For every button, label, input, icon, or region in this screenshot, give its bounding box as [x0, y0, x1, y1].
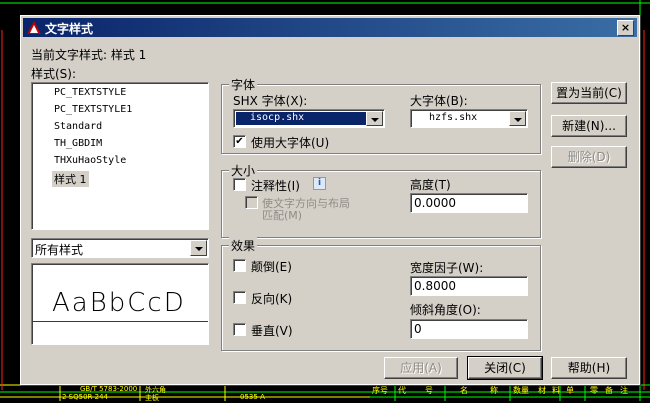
delete-style-button[interactable]: 删除(D) [551, 146, 627, 168]
match-orientation-label-2: 匹配(M) [262, 209, 303, 222]
vertical-checkbox[interactable] [233, 323, 246, 336]
bg-cell-part: 零 [590, 386, 598, 395]
preview-text: AaBbCcD [50, 288, 188, 318]
use-bigfont-label: 使用大字体(U) [251, 136, 330, 150]
width-factor-value: 0.8000 [414, 279, 456, 293]
bg-cell-code2: 号 [425, 386, 433, 395]
list-item[interactable]: THXuHaoStyle [54, 155, 126, 166]
list-item[interactable]: TH_GBDIM [54, 138, 102, 149]
shx-font-label: SHX 字体(X): [233, 94, 308, 108]
oblique-value: 0 [414, 322, 422, 336]
effects-group-title: 效果 [229, 237, 258, 254]
upside-down-checkbox[interactable] [233, 259, 246, 272]
set-current-button[interactable]: 置为当前(C) [551, 82, 627, 104]
chevron-down-icon[interactable] [366, 111, 383, 126]
oblique-label: 倾斜角度(O): [410, 303, 481, 317]
help-button[interactable]: 帮助(H) [551, 357, 627, 379]
chevron-down-icon[interactable] [190, 240, 207, 256]
bg-cell-name2: 称 [490, 386, 498, 395]
bg-cell-mat: 材 [538, 386, 546, 395]
bg-row-text: 2 SQ50R-244 [62, 393, 109, 401]
autocad-app-icon [27, 21, 41, 34]
shx-font-value: isocp.shx [236, 112, 377, 125]
bg-cell-qty: 数量 [513, 386, 529, 395]
title-bar[interactable]: 文字样式 × [23, 18, 637, 37]
styles-label: 样式(S): [31, 67, 77, 81]
list-item[interactable]: Standard [54, 121, 102, 132]
height-input[interactable]: 0.0000 [410, 193, 528, 213]
vertical-label: 垂直(V) [251, 324, 293, 338]
current-style-label: 当前文字样式: 样式 1 [31, 48, 147, 62]
text-style-dialog: 文字样式 × 当前文字样式: 样式 1 样式(S): PC_TEXTSTYLE … [20, 15, 640, 385]
bigfont-value: hzfs.shx [429, 112, 478, 123]
style-list[interactable]: PC_TEXTSTYLE PC_TEXTSTYLE1 Standard TH_G… [31, 82, 209, 230]
bigfont-select[interactable]: hzfs.shx [410, 109, 528, 128]
backwards-label: 反向(K) [251, 292, 293, 306]
style-filter-value: 所有样式 [35, 243, 84, 257]
bg-cell-seq: 序号 [372, 386, 388, 395]
width-factor-label: 宽度因子(W): [410, 261, 484, 275]
bg-cell-note2: 注 [620, 386, 628, 395]
bg-row-text: 主板 [145, 394, 159, 402]
bg-cell-mat2: 料 [552, 386, 560, 395]
upside-down-label: 颠倒(E) [251, 260, 292, 274]
width-factor-input[interactable]: 0.8000 [410, 276, 528, 296]
backwards-checkbox[interactable] [233, 291, 246, 304]
list-item-selected[interactable]: 样式 1 [52, 171, 89, 187]
bg-row-text: 0535-A [240, 393, 265, 401]
oblique-input[interactable]: 0 [410, 319, 528, 339]
dialog-title: 文字样式 [45, 22, 94, 36]
annotative-checkbox[interactable] [233, 178, 246, 191]
bg-row-text: GB/T 5783-2000 [80, 385, 138, 393]
list-item[interactable]: PC_TEXTSTYLE [54, 87, 126, 98]
new-style-button[interactable]: 新建(N)... [551, 115, 627, 137]
annotative-label: 注释性(I) [251, 179, 300, 193]
bg-cell-unit: 单 [566, 386, 574, 395]
bg-cell-note: 备 [605, 386, 613, 395]
info-icon[interactable]: i [313, 177, 326, 190]
bigfont-label: 大字体(B): [410, 94, 468, 108]
bg-cell-code: 代 [398, 386, 406, 395]
chevron-down-icon[interactable] [509, 111, 526, 126]
apply-button[interactable]: 应用(A) [384, 357, 458, 379]
height-value: 0.0000 [414, 196, 456, 210]
height-label: 高度(T) [410, 178, 451, 192]
close-button[interactable]: 关闭(C) [467, 356, 543, 380]
preview-box: AaBbCcD [31, 263, 209, 345]
preview-baseline [32, 321, 208, 322]
match-orientation-checkbox[interactable] [245, 196, 258, 209]
bg-cell-name: 名 [460, 386, 468, 395]
shx-font-select[interactable]: isocp.shx [233, 109, 385, 128]
close-icon[interactable]: × [617, 20, 634, 36]
font-group-title: 字体 [229, 76, 258, 93]
list-item[interactable]: PC_TEXTSTYLE1 [54, 104, 132, 115]
style-filter-select[interactable]: 所有样式 [31, 238, 209, 258]
use-bigfont-checkbox[interactable]: ✔ [233, 135, 246, 148]
